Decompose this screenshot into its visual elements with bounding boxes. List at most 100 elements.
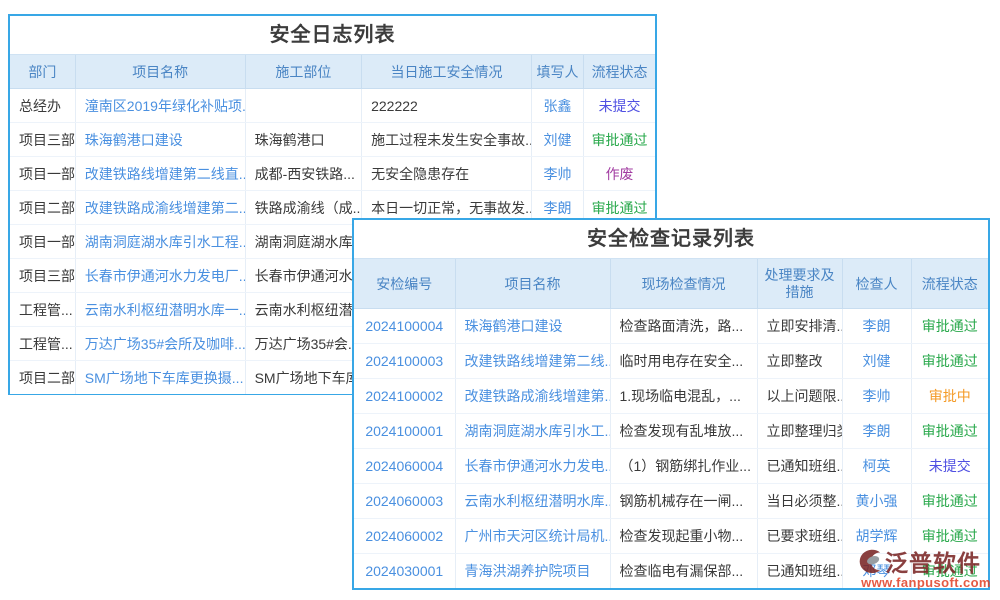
status-cell[interactable]: 作废: [584, 157, 655, 191]
scene-cell: 临时用电存在安全...: [610, 344, 757, 379]
inspector-link[interactable]: 胡学辉: [842, 519, 911, 554]
location-cell: SM广场地下车库: [245, 361, 362, 395]
inspector-link[interactable]: 李朗: [842, 414, 911, 449]
project-link[interactable]: 湖南洞庭湖水库引水工...: [455, 414, 610, 449]
measure-cell: 立即整理归类: [757, 414, 842, 449]
writer-link[interactable]: 李帅: [531, 157, 583, 191]
check-no-link[interactable]: 2024060002: [354, 519, 455, 554]
project-link[interactable]: 长春市伊通河水力发电厂...: [75, 259, 245, 293]
check-no-link[interactable]: 2024100002: [354, 379, 455, 414]
inspector-link[interactable]: 黄小强: [842, 484, 911, 519]
status-cell[interactable]: 审批通过: [911, 344, 988, 379]
scene-cell: 1.现场临电混乱，...: [610, 379, 757, 414]
table-row: 2024060004 长春市伊通河水力发电... （1）钢筋绑扎作业... 已通…: [354, 449, 988, 484]
table-row: 2024100004 珠海鹤港口建设 检查路面清洗，路... 立即安排清... …: [354, 309, 988, 344]
scene-cell: （1）钢筋绑扎作业...: [610, 449, 757, 484]
status-cell[interactable]: 审批通过: [911, 484, 988, 519]
scene-cell: 检查临电有漏保部...: [610, 554, 757, 589]
measure-cell: 以上问题限...: [757, 379, 842, 414]
project-link[interactable]: 改建铁路线增建第二线...: [455, 344, 610, 379]
col-dept: 部门: [10, 55, 75, 89]
inspector-link[interactable]: 邓琴: [842, 554, 911, 589]
check-no-link[interactable]: 2024100001: [354, 414, 455, 449]
inspector-link[interactable]: 李帅: [842, 379, 911, 414]
safety-check-table: 安检编号 项目名称 现场检查情况 处理要求及措施 检查人 流程状态 202410…: [354, 259, 988, 588]
safety-check-table-card: 安全检查记录列表 安检编号 项目名称 现场检查情况 处理要求及措施 检查人 流程…: [352, 218, 990, 590]
col-project: 项目名称: [75, 55, 245, 89]
location-cell: 湖南洞庭湖水库: [245, 225, 362, 259]
project-link[interactable]: SM广场地下车库更换摄...: [75, 361, 245, 395]
dept-cell: 项目三部: [10, 259, 75, 293]
location-cell: 铁路成渝线（成...: [245, 191, 362, 225]
col-check-no: 安检编号: [354, 259, 455, 309]
status-cell[interactable]: 审批通过: [911, 554, 988, 589]
measure-cell: 立即安排清...: [757, 309, 842, 344]
table-header-row: 安检编号 项目名称 现场检查情况 处理要求及措施 检查人 流程状态: [354, 259, 988, 309]
project-link[interactable]: 珠海鹤港口建设: [75, 123, 245, 157]
status-cell[interactable]: 审批通过: [584, 123, 655, 157]
writer-link[interactable]: 刘健: [531, 123, 583, 157]
check-no-link[interactable]: 2024100004: [354, 309, 455, 344]
project-link[interactable]: 云南水利枢纽潜明水库一...: [75, 293, 245, 327]
scene-cell: 检查路面清洗，路...: [610, 309, 757, 344]
dept-cell: 项目一部: [10, 225, 75, 259]
project-link[interactable]: 万达广场35#会所及咖啡...: [75, 327, 245, 361]
measure-cell: 当日必须整...: [757, 484, 842, 519]
table-row: 项目一部 改建铁路线增建第二线直... 成都-西安铁路... 无安全隐患存在 李…: [10, 157, 655, 191]
status-cell[interactable]: 审批通过: [911, 519, 988, 554]
situation-cell: 无安全隐患存在: [362, 157, 532, 191]
project-link[interactable]: 改建铁路线增建第二线直...: [75, 157, 245, 191]
project-link[interactable]: 珠海鹤港口建设: [455, 309, 610, 344]
check-no-link[interactable]: 2024060004: [354, 449, 455, 484]
project-link[interactable]: 长春市伊通河水力发电...: [455, 449, 610, 484]
dept-cell: 总经办: [10, 89, 75, 123]
status-cell[interactable]: 未提交: [911, 449, 988, 484]
scene-cell: 检查发现有乱堆放...: [610, 414, 757, 449]
project-link[interactable]: 改建铁路成渝线增建第二...: [75, 191, 245, 225]
inspector-link[interactable]: 李朗: [842, 309, 911, 344]
project-link[interactable]: 改建铁路成渝线增建第...: [455, 379, 610, 414]
table-row: 项目三部 珠海鹤港口建设 珠海鹤港口 施工过程未发生安全事故... 刘健 审批通…: [10, 123, 655, 157]
measure-cell: 已通知班组...: [757, 449, 842, 484]
col-project: 项目名称: [455, 259, 610, 309]
status-cell[interactable]: 审批通过: [911, 414, 988, 449]
inspector-link[interactable]: 刘健: [842, 344, 911, 379]
project-link[interactable]: 云南水利枢纽潜明水库...: [455, 484, 610, 519]
table-header-row: 部门 项目名称 施工部位 当日施工安全情况 填写人 流程状态: [10, 55, 655, 89]
status-cell[interactable]: 审批中: [911, 379, 988, 414]
project-link[interactable]: 湖南洞庭湖水库引水工程...: [75, 225, 245, 259]
location-cell: 珠海鹤港口: [245, 123, 362, 157]
safety-check-title: 安全检查记录列表: [354, 220, 988, 259]
status-cell[interactable]: 未提交: [584, 89, 655, 123]
location-cell: [245, 89, 362, 123]
dept-cell: 项目三部: [10, 123, 75, 157]
status-cell[interactable]: 审批通过: [911, 309, 988, 344]
col-writer: 填写人: [531, 55, 583, 89]
col-inspector: 检查人: [842, 259, 911, 309]
scene-cell: 钢筋机械存在一闸...: [610, 484, 757, 519]
location-cell: 成都-西安铁路...: [245, 157, 362, 191]
dept-cell: 项目二部: [10, 191, 75, 225]
project-link[interactable]: 青海洪湖养护院项目: [455, 554, 610, 589]
dept-cell: 项目一部: [10, 157, 75, 191]
measure-cell: 立即整改: [757, 344, 842, 379]
writer-link[interactable]: 张鑫: [531, 89, 583, 123]
table-row: 2024100003 改建铁路线增建第二线... 临时用电存在安全... 立即整…: [354, 344, 988, 379]
location-cell: 长春市伊通河水...: [245, 259, 362, 293]
col-status: 流程状态: [584, 55, 655, 89]
col-measure: 处理要求及措施: [757, 259, 842, 309]
project-link[interactable]: 潼南区2019年绿化补贴项...: [75, 89, 245, 123]
measure-cell: 已通知班组...: [757, 554, 842, 589]
measure-cell: 已要求班组...: [757, 519, 842, 554]
dept-cell: 项目二部: [10, 361, 75, 395]
project-link[interactable]: 广州市天河区统计局机...: [455, 519, 610, 554]
check-no-link[interactable]: 2024030001: [354, 554, 455, 589]
location-cell: 万达广场35#会...: [245, 327, 362, 361]
inspector-link[interactable]: 柯英: [842, 449, 911, 484]
dept-cell: 工程管...: [10, 327, 75, 361]
scene-cell: 检查发现起重小物...: [610, 519, 757, 554]
check-no-link[interactable]: 2024100003: [354, 344, 455, 379]
check-no-link[interactable]: 2024060003: [354, 484, 455, 519]
safety-log-title: 安全日志列表: [10, 16, 655, 55]
col-situation: 当日施工安全情况: [362, 55, 532, 89]
